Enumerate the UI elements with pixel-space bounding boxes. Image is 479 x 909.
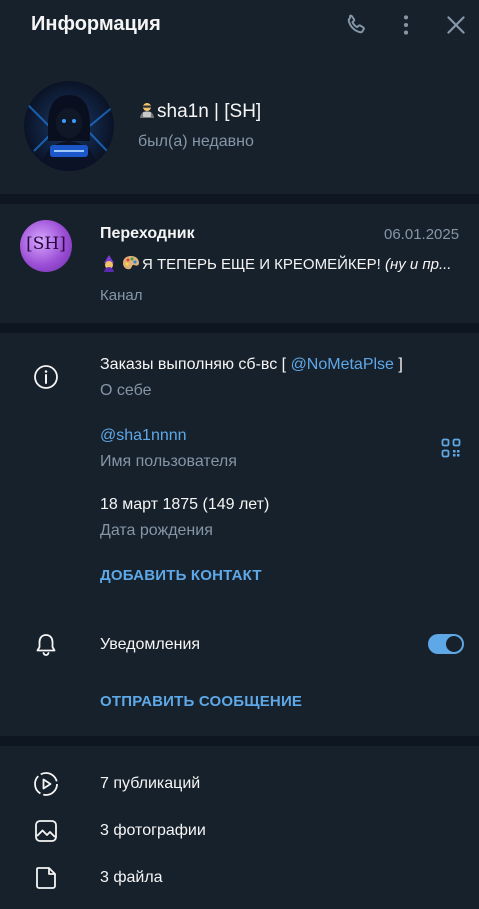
close-icon[interactable] xyxy=(443,12,469,38)
files-item[interactable]: 3 файла xyxy=(100,869,163,887)
birthday-value: 18 март 1875 (149 лет) xyxy=(100,496,270,513)
more-vertical-icon[interactable] xyxy=(393,12,419,38)
profile-name: sha1n | [SH] xyxy=(138,101,261,123)
bell-icon xyxy=(36,634,56,656)
hacker-emoji-icon xyxy=(138,101,156,119)
info-header: Информация xyxy=(0,0,479,52)
notifications-label: Уведомления xyxy=(100,636,201,653)
separator xyxy=(0,736,479,746)
info-icon xyxy=(34,365,58,389)
wizard-emoji-icon xyxy=(100,254,118,272)
qr-code-icon[interactable] xyxy=(441,438,461,458)
channel-date: 06.01.2025 xyxy=(384,226,460,243)
photos-item[interactable]: 3 фотографии xyxy=(100,822,206,840)
channel-avatar[interactable]: [SH] xyxy=(20,220,72,272)
profile-status: был(а) недавно xyxy=(138,133,254,150)
about-mention-link[interactable]: @NoMetaPlse xyxy=(291,356,394,373)
phone-icon[interactable] xyxy=(343,12,369,38)
channel-preview[interactable]: Я ТЕПЕРЬ ЕЩЕ И КРЕОМЕЙКЕР! (ну и пр... xyxy=(100,254,465,273)
add-contact-button[interactable]: ДОБАВИТЬ КОНТАКТ xyxy=(100,567,262,584)
username-label: Имя пользователя xyxy=(100,453,237,470)
photo-icon xyxy=(35,820,57,842)
send-message-button[interactable]: ОТПРАВИТЬ СООБЩЕНИЕ xyxy=(100,693,302,710)
birthday-label: Дата рождения xyxy=(100,522,213,539)
page-title: Информация xyxy=(31,13,161,35)
channel-type: Канал xyxy=(100,287,143,304)
posts-item[interactable]: 7 публикаций xyxy=(100,775,200,793)
notifications-toggle[interactable] xyxy=(428,634,464,654)
file-icon xyxy=(36,867,56,889)
about-text: Заказы выполняю сб-вс [ @NoMetaPlse ] xyxy=(100,356,403,373)
separator xyxy=(0,194,479,204)
separator xyxy=(0,323,479,333)
palette-emoji-icon xyxy=(122,254,140,272)
posts-icon xyxy=(34,772,58,796)
profile-avatar[interactable] xyxy=(24,81,114,171)
channel-title[interactable]: Переходник xyxy=(100,225,195,243)
about-label: О себе xyxy=(100,382,152,399)
toggle-knob xyxy=(446,636,462,652)
username-link[interactable]: @sha1nnnn xyxy=(100,427,187,445)
